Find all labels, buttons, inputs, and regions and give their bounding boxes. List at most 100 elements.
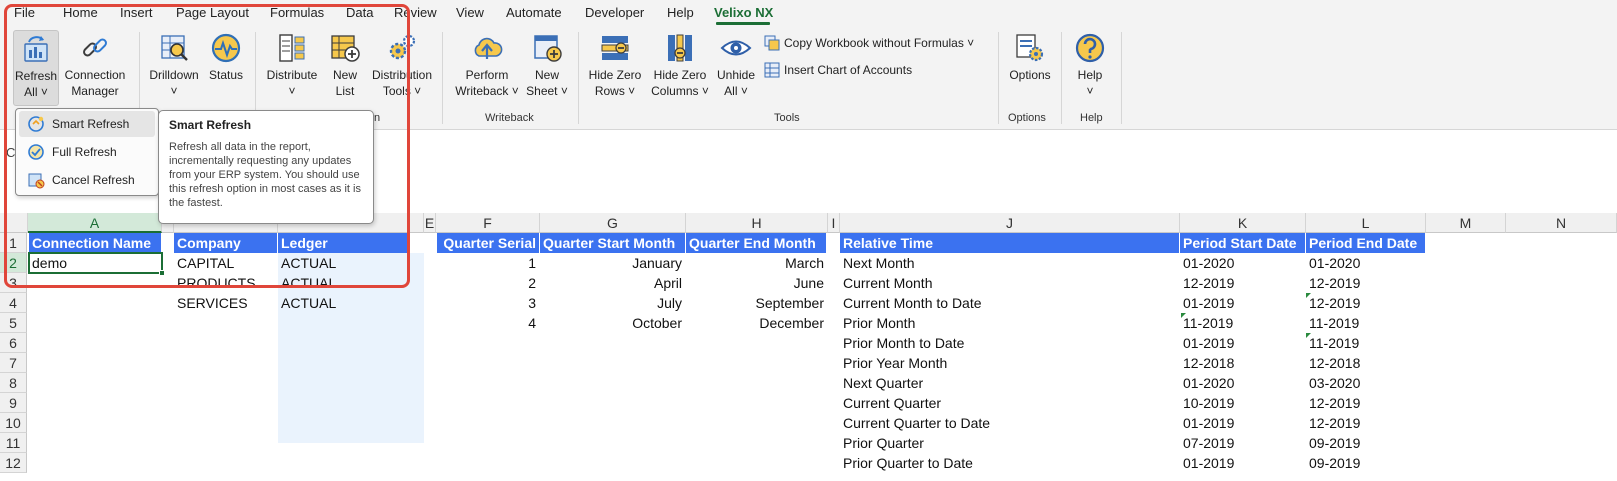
- period-start-cell[interactable]: 01-2020: [1180, 253, 1305, 273]
- drilldown-button[interactable]: Drilldown ˅: [145, 32, 203, 108]
- row-header-5[interactable]: 5: [0, 313, 27, 333]
- unhide-all-button[interactable]: Unhide All ˅: [714, 32, 758, 108]
- period-end-cell[interactable]: 03-2020: [1306, 373, 1425, 393]
- row-header-10[interactable]: 10: [0, 413, 27, 433]
- quarter-start-cell[interactable]: October: [540, 313, 685, 333]
- quarter-start-cell[interactable]: April: [540, 273, 685, 293]
- row-header-3[interactable]: 3: [0, 273, 27, 293]
- period-end-cell[interactable]: 01-2020: [1306, 253, 1425, 273]
- ledger-cell[interactable]: ACTUAL: [278, 253, 408, 273]
- row-header-4[interactable]: 4: [0, 293, 27, 313]
- quarter-serial-cell[interactable]: 4: [437, 313, 539, 333]
- period-start-cell[interactable]: 07-2019: [1180, 433, 1305, 453]
- error-indicator-icon[interactable]: [1306, 333, 1311, 338]
- menu-home[interactable]: Home: [63, 5, 98, 20]
- row-header-1[interactable]: 1: [0, 233, 27, 253]
- relative-time-cell[interactable]: Prior Quarter: [840, 433, 1179, 453]
- menu-page-layout[interactable]: Page Layout: [176, 5, 249, 20]
- menu-developer[interactable]: Developer: [585, 5, 644, 20]
- column-header-f[interactable]: F: [436, 213, 540, 233]
- period-start-cell[interactable]: 01-2019: [1180, 453, 1305, 473]
- quarter-start-cell[interactable]: January: [540, 253, 685, 273]
- relative-time-cell[interactable]: Prior Month: [840, 313, 1179, 333]
- period-start-cell[interactable]: 01-2020: [1180, 373, 1305, 393]
- period-end-cell[interactable]: 12-2018: [1306, 353, 1425, 373]
- quarter-start-cell[interactable]: July: [540, 293, 685, 313]
- error-indicator-icon[interactable]: [1306, 293, 1311, 298]
- help-button[interactable]: Help ˅: [1068, 32, 1112, 108]
- quarter-end-cell[interactable]: March: [686, 253, 827, 273]
- quarter-serial-cell[interactable]: 1: [437, 253, 539, 273]
- period-start-cell[interactable]: 10-2019: [1180, 393, 1305, 413]
- relative-time-cell[interactable]: Current Quarter: [840, 393, 1179, 413]
- period-end-cell[interactable]: 12-2019: [1306, 293, 1425, 313]
- new-sheet-button[interactable]: New Sheet ˅: [524, 32, 570, 108]
- row-header-6[interactable]: 6: [0, 333, 27, 353]
- column-header-m[interactable]: M: [1426, 213, 1506, 233]
- header-quarter-start-month[interactable]: Quarter Start Month: [540, 233, 685, 253]
- hide-zero-rows-button[interactable]: Hide Zero Rows ˅: [586, 32, 644, 108]
- menu-automate[interactable]: Automate: [506, 5, 562, 20]
- header-company[interactable]: Company: [174, 233, 277, 253]
- fill-handle[interactable]: [159, 270, 165, 276]
- relative-time-cell[interactable]: Prior Quarter to Date: [840, 453, 1179, 473]
- spreadsheet-grid[interactable]: A E F G H I J K L M N 1 2 3 4 5 6 7 8 9 …: [0, 213, 1617, 481]
- relative-time-cell[interactable]: Next Quarter: [840, 373, 1179, 393]
- header-quarter-serial[interactable]: Quarter Serial: [437, 233, 539, 253]
- column-header-g[interactable]: G: [540, 213, 686, 233]
- period-end-cell[interactable]: 09-2019: [1306, 433, 1425, 453]
- row-header-7[interactable]: 7: [0, 353, 27, 373]
- period-start-cell[interactable]: 01-2019: [1180, 413, 1305, 433]
- insert-chart-of-accounts-button[interactable]: Insert Chart of Accounts: [764, 62, 912, 78]
- period-end-cell[interactable]: 11-2019: [1306, 313, 1425, 333]
- company-cell[interactable]: CAPITAL: [174, 253, 277, 273]
- quarter-end-cell[interactable]: December: [686, 313, 827, 333]
- row-header-8[interactable]: 8: [0, 373, 27, 393]
- period-end-cell[interactable]: 09-2019: [1306, 453, 1425, 473]
- column-header-h[interactable]: H: [686, 213, 828, 233]
- refresh-all-button[interactable]: Refresh All ˅: [13, 30, 59, 106]
- row-header-9[interactable]: 9: [0, 393, 27, 413]
- menu-review[interactable]: Review: [394, 5, 437, 20]
- hide-zero-columns-button[interactable]: Hide Zero Columns ˅: [648, 32, 712, 108]
- menu-view[interactable]: View: [456, 5, 484, 20]
- quarter-end-cell[interactable]: September: [686, 293, 827, 313]
- period-end-cell[interactable]: 12-2019: [1306, 413, 1425, 433]
- header-relative-time[interactable]: Relative Time: [840, 233, 1179, 253]
- header-connection-name[interactable]: Connection Name: [29, 233, 161, 253]
- row-header-12[interactable]: 12: [0, 453, 27, 473]
- period-start-cell[interactable]: 11-2019: [1180, 313, 1305, 333]
- period-start-cell[interactable]: 01-2019: [1180, 333, 1305, 353]
- relative-time-cell[interactable]: Next Month: [840, 253, 1179, 273]
- distribute-button[interactable]: Distribute ˅: [262, 32, 322, 108]
- menu-file[interactable]: File: [14, 5, 35, 20]
- perform-writeback-button[interactable]: Perform Writeback ˅: [452, 32, 522, 108]
- header-quarter-end-month[interactable]: Quarter End Month: [686, 233, 826, 253]
- copy-workbook-button[interactable]: Copy Workbook without Formulas ˅: [764, 35, 974, 51]
- menu-velixo-nx[interactable]: Velixo NX: [714, 5, 773, 20]
- select-all-corner[interactable]: [0, 213, 28, 233]
- error-indicator-icon[interactable]: [1181, 313, 1186, 318]
- column-header-i[interactable]: I: [828, 213, 840, 233]
- relative-time-cell[interactable]: Current Month: [840, 273, 1179, 293]
- header-period-start-date[interactable]: Period Start Date: [1180, 233, 1305, 253]
- connection-manager-button[interactable]: Connection Manager: [62, 32, 128, 108]
- header-ledger[interactable]: Ledger: [278, 233, 408, 253]
- menu-item-smart-refresh[interactable]: Smart Refresh: [19, 111, 155, 137]
- menu-help[interactable]: Help: [667, 5, 694, 20]
- ledger-cell[interactable]: ACTUAL: [278, 293, 408, 313]
- column-header-j[interactable]: J: [840, 213, 1180, 233]
- relative-time-cell[interactable]: Prior Year Month: [840, 353, 1179, 373]
- options-button[interactable]: Options: [1005, 32, 1055, 108]
- period-start-cell[interactable]: 12-2019: [1180, 273, 1305, 293]
- column-header-a[interactable]: A: [28, 213, 162, 233]
- relative-time-cell[interactable]: Prior Month to Date: [840, 333, 1179, 353]
- ledger-cell[interactable]: ACTUAL: [278, 273, 408, 293]
- column-header-l[interactable]: L: [1306, 213, 1426, 233]
- menu-formulas[interactable]: Formulas: [270, 5, 324, 20]
- row-header-11[interactable]: 11: [0, 433, 27, 453]
- quarter-serial-cell[interactable]: 3: [437, 293, 539, 313]
- menu-insert[interactable]: Insert: [120, 5, 153, 20]
- period-end-cell[interactable]: 12-2019: [1306, 273, 1425, 293]
- quarter-serial-cell[interactable]: 2: [437, 273, 539, 293]
